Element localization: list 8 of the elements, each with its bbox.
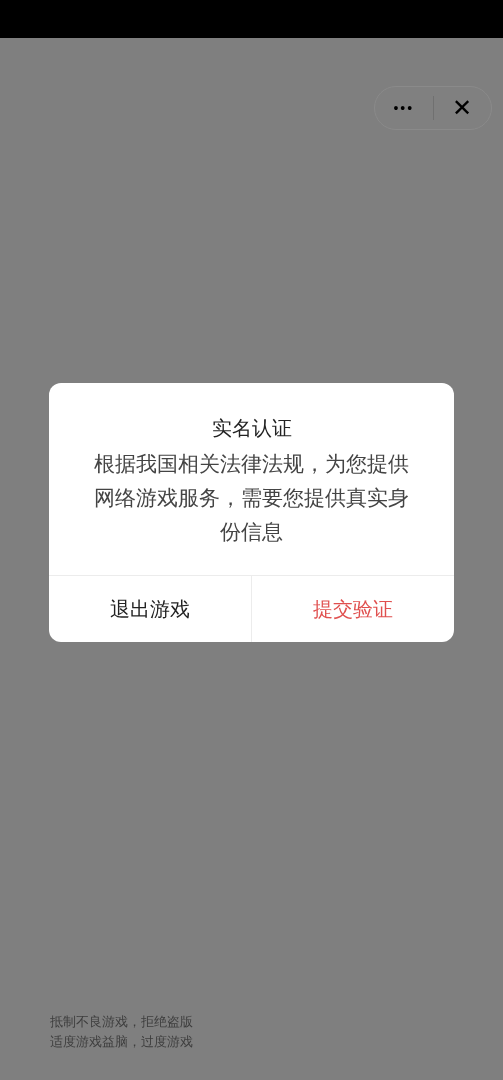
footer-notice: 适度游戏益脑，过度游戏: [50, 1033, 194, 1051]
dialog-title: 实名认证: [211, 416, 292, 441]
more-button[interactable]: •••: [375, 87, 433, 129]
submit-button[interactable]: 提交验证: [251, 576, 454, 642]
footer-notice: 抵制不良游戏，拒绝盗版: [50, 1013, 194, 1031]
exit-button[interactable]: 退出游戏: [49, 576, 251, 642]
dialog-message: 根据我国相关法律法规，为您提供网络游戏服务，需要您提供真实身份信息: [93, 451, 410, 545]
close-button[interactable]: ✕: [433, 87, 491, 129]
